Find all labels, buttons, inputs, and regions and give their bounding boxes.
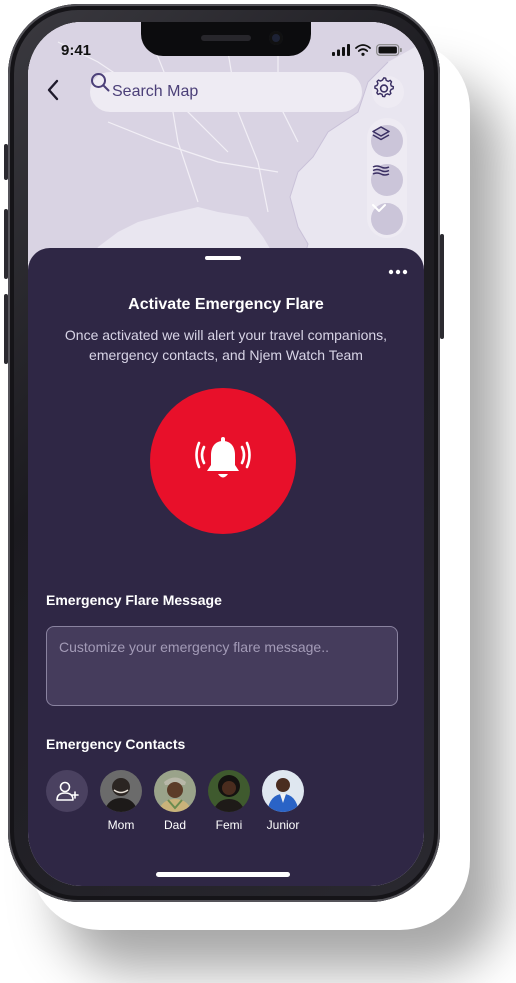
power-button: [440, 234, 444, 339]
contact-name: Mom: [107, 818, 135, 832]
battery-icon: [376, 44, 402, 56]
avatar[interactable]: [208, 770, 250, 812]
sheet-grabber[interactable]: [205, 256, 241, 260]
layers-button[interactable]: [371, 125, 403, 157]
alarm-bell-icon: [195, 437, 251, 478]
mute-switch: [4, 144, 8, 180]
volume-up-button: [4, 209, 8, 279]
notch: [141, 22, 311, 56]
wifi-icon: [355, 44, 371, 56]
avatar[interactable]: [100, 770, 142, 812]
add-user-icon: [56, 781, 79, 801]
avatar-photo-femi: [208, 770, 250, 812]
layers-icon: [372, 126, 390, 141]
front-camera: [269, 31, 283, 45]
sheet-subtitle: Once activated we will alert your travel…: [64, 327, 388, 363]
search-input[interactable]: Search Map: [112, 83, 198, 101]
status-time: 9:41: [61, 42, 92, 59]
contacts-label: Emergency Contacts: [46, 736, 186, 752]
add-contact-button[interactable]: [46, 770, 88, 812]
message-label: Emergency Flare Message: [46, 592, 222, 608]
avatar-photo-dad: [154, 770, 196, 812]
more-dots-icon: [388, 269, 408, 275]
wind-icon: [372, 165, 390, 176]
search-icon: [91, 73, 110, 92]
contacts-row: Mom Dad Femi Junior: [46, 770, 304, 832]
volume-down-button: [4, 294, 8, 364]
avatar[interactable]: [262, 770, 304, 812]
contact-name: Dad: [163, 818, 186, 832]
contact-item[interactable]: Femi: [208, 770, 250, 832]
avatar[interactable]: [154, 770, 196, 812]
settings-button[interactable]: [372, 76, 404, 108]
search-bar[interactable]: Search Map: [90, 72, 362, 112]
add-contact[interactable]: [46, 770, 88, 832]
screen: Search Map 9:41 Activate Emergency Flare…: [28, 22, 424, 886]
expand-controls-button[interactable]: [371, 203, 403, 235]
back-chevron-icon: [47, 79, 59, 101]
contact-item[interactable]: Mom: [100, 770, 142, 832]
avatar-photo-mom: [100, 770, 142, 812]
contact-item[interactable]: Junior: [262, 770, 304, 832]
contact-name: Junior: [266, 818, 300, 832]
activate-flare-button[interactable]: [150, 388, 296, 534]
status-icons: [332, 44, 402, 56]
chevron-down-icon: [372, 204, 386, 212]
flare-message-input[interactable]: Customize your emergency flare message..: [46, 626, 398, 706]
phone-frame: Search Map 9:41 Activate Emergency Flare…: [4, 4, 444, 902]
contact-name: Femi: [215, 818, 243, 832]
back-button[interactable]: [46, 79, 74, 107]
contact-item[interactable]: Dad: [154, 770, 196, 832]
home-indicator[interactable]: [156, 872, 290, 877]
cellular-signal-icon: [332, 44, 350, 56]
speaker-grille: [201, 35, 251, 41]
settings-gear-icon: [374, 77, 395, 98]
sheet-title: Activate Emergency Flare: [128, 296, 324, 313]
more-options-button[interactable]: [388, 264, 408, 275]
avatar-photo-junior: [262, 770, 304, 812]
wind-button[interactable]: [371, 164, 403, 196]
emergency-sheet: Activate Emergency Flare Once activated …: [28, 248, 424, 886]
